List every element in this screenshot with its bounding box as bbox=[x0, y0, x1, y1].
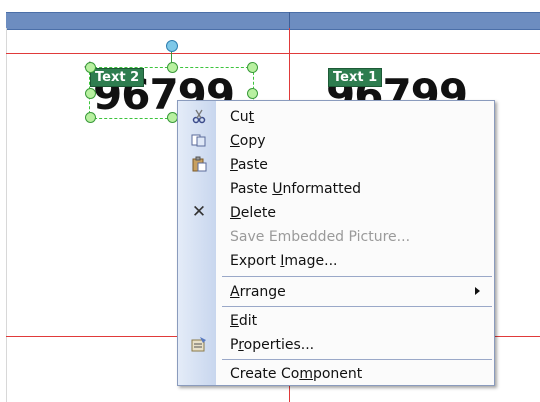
text-component-1-tag[interactable]: Text 1 bbox=[328, 68, 383, 87]
menu-item-edit-label: dit bbox=[238, 313, 258, 329]
menu-item-paste-unformatted-label: Paste bbox=[230, 181, 273, 197]
menu-item-cut-mnemonic: t bbox=[248, 109, 255, 125]
menu-item-save-embedded-label: Save Embedded Picture... bbox=[230, 229, 411, 245]
paste-icon bbox=[190, 156, 208, 174]
menu-item-properties-label: P bbox=[230, 337, 239, 353]
rotation-handle[interactable] bbox=[166, 40, 178, 52]
menu-item-paste-unformatted-mnemonic: U bbox=[272, 181, 283, 197]
menu-item-delete[interactable]: ✕ Delete bbox=[178, 201, 494, 225]
page-edge bbox=[6, 28, 7, 402]
menu-item-copy-mnemonic: C bbox=[230, 133, 240, 149]
context-menu: Cut Copy Paste Paste Unformatted ✕ Delet… bbox=[177, 100, 495, 386]
menu-item-paste-unformatted-label-rest: nformatted bbox=[282, 181, 362, 197]
menu-item-edit-mnemonic: E bbox=[230, 313, 239, 329]
menu-item-arrange-label: rrange bbox=[239, 284, 286, 300]
menu-item-create-component-label-rest: ponent bbox=[312, 366, 363, 382]
menu-separator bbox=[222, 276, 492, 277]
menu-item-paste[interactable]: Paste bbox=[178, 153, 494, 177]
resize-handle-n[interactable] bbox=[167, 62, 178, 73]
menu-item-arrange-mnemonic: A bbox=[230, 284, 240, 300]
menu-item-create-component-mnemonic: m bbox=[299, 366, 313, 382]
menu-item-properties-label-rest: operties... bbox=[243, 337, 315, 353]
menu-item-create-component[interactable]: Create Component bbox=[178, 362, 494, 386]
resize-handle-sw[interactable] bbox=[85, 112, 96, 123]
menu-item-copy[interactable]: Copy bbox=[178, 129, 494, 153]
properties-icon bbox=[190, 336, 208, 354]
menu-item-edit[interactable]: Edit bbox=[178, 309, 494, 333]
scissors-icon bbox=[190, 108, 208, 126]
menu-item-delete-mnemonic: D bbox=[230, 205, 241, 221]
menu-item-delete-label: elete bbox=[240, 205, 276, 221]
menu-item-copy-label: opy bbox=[239, 133, 266, 149]
menu-item-save-embedded-picture[interactable]: Save Embedded Picture... bbox=[178, 225, 494, 249]
menu-item-properties[interactable]: Properties... bbox=[178, 333, 494, 357]
submenu-arrow-icon bbox=[475, 287, 480, 295]
menu-separator bbox=[222, 306, 492, 307]
menu-item-paste-mnemonic: P bbox=[230, 157, 238, 173]
delete-x-icon: ✕ bbox=[191, 202, 207, 222]
copy-icon bbox=[190, 132, 208, 150]
resize-handle-e[interactable] bbox=[247, 88, 258, 99]
menu-separator bbox=[222, 359, 492, 360]
header-band bbox=[6, 12, 540, 30]
menu-item-export-image-label: Export bbox=[230, 253, 281, 269]
menu-item-paste-label: aste bbox=[237, 157, 268, 173]
menu-item-cut-label: Cu bbox=[230, 109, 249, 125]
menu-item-cut[interactable]: Cut bbox=[178, 105, 494, 129]
resize-handle-nw[interactable] bbox=[85, 62, 96, 73]
menu-item-create-component-label: Create Co bbox=[230, 366, 300, 382]
resize-handle-ne[interactable] bbox=[247, 62, 258, 73]
menu-item-paste-unformatted[interactable]: Paste Unformatted bbox=[178, 177, 494, 201]
resize-handle-w[interactable] bbox=[85, 88, 96, 99]
menu-item-arrange[interactable]: Arrange bbox=[178, 280, 494, 304]
grid-line-horizontal-top bbox=[6, 53, 540, 54]
menu-item-export-image-label-rest: mage... bbox=[284, 253, 338, 269]
menu-item-export-image[interactable]: Export Image... bbox=[178, 249, 494, 273]
